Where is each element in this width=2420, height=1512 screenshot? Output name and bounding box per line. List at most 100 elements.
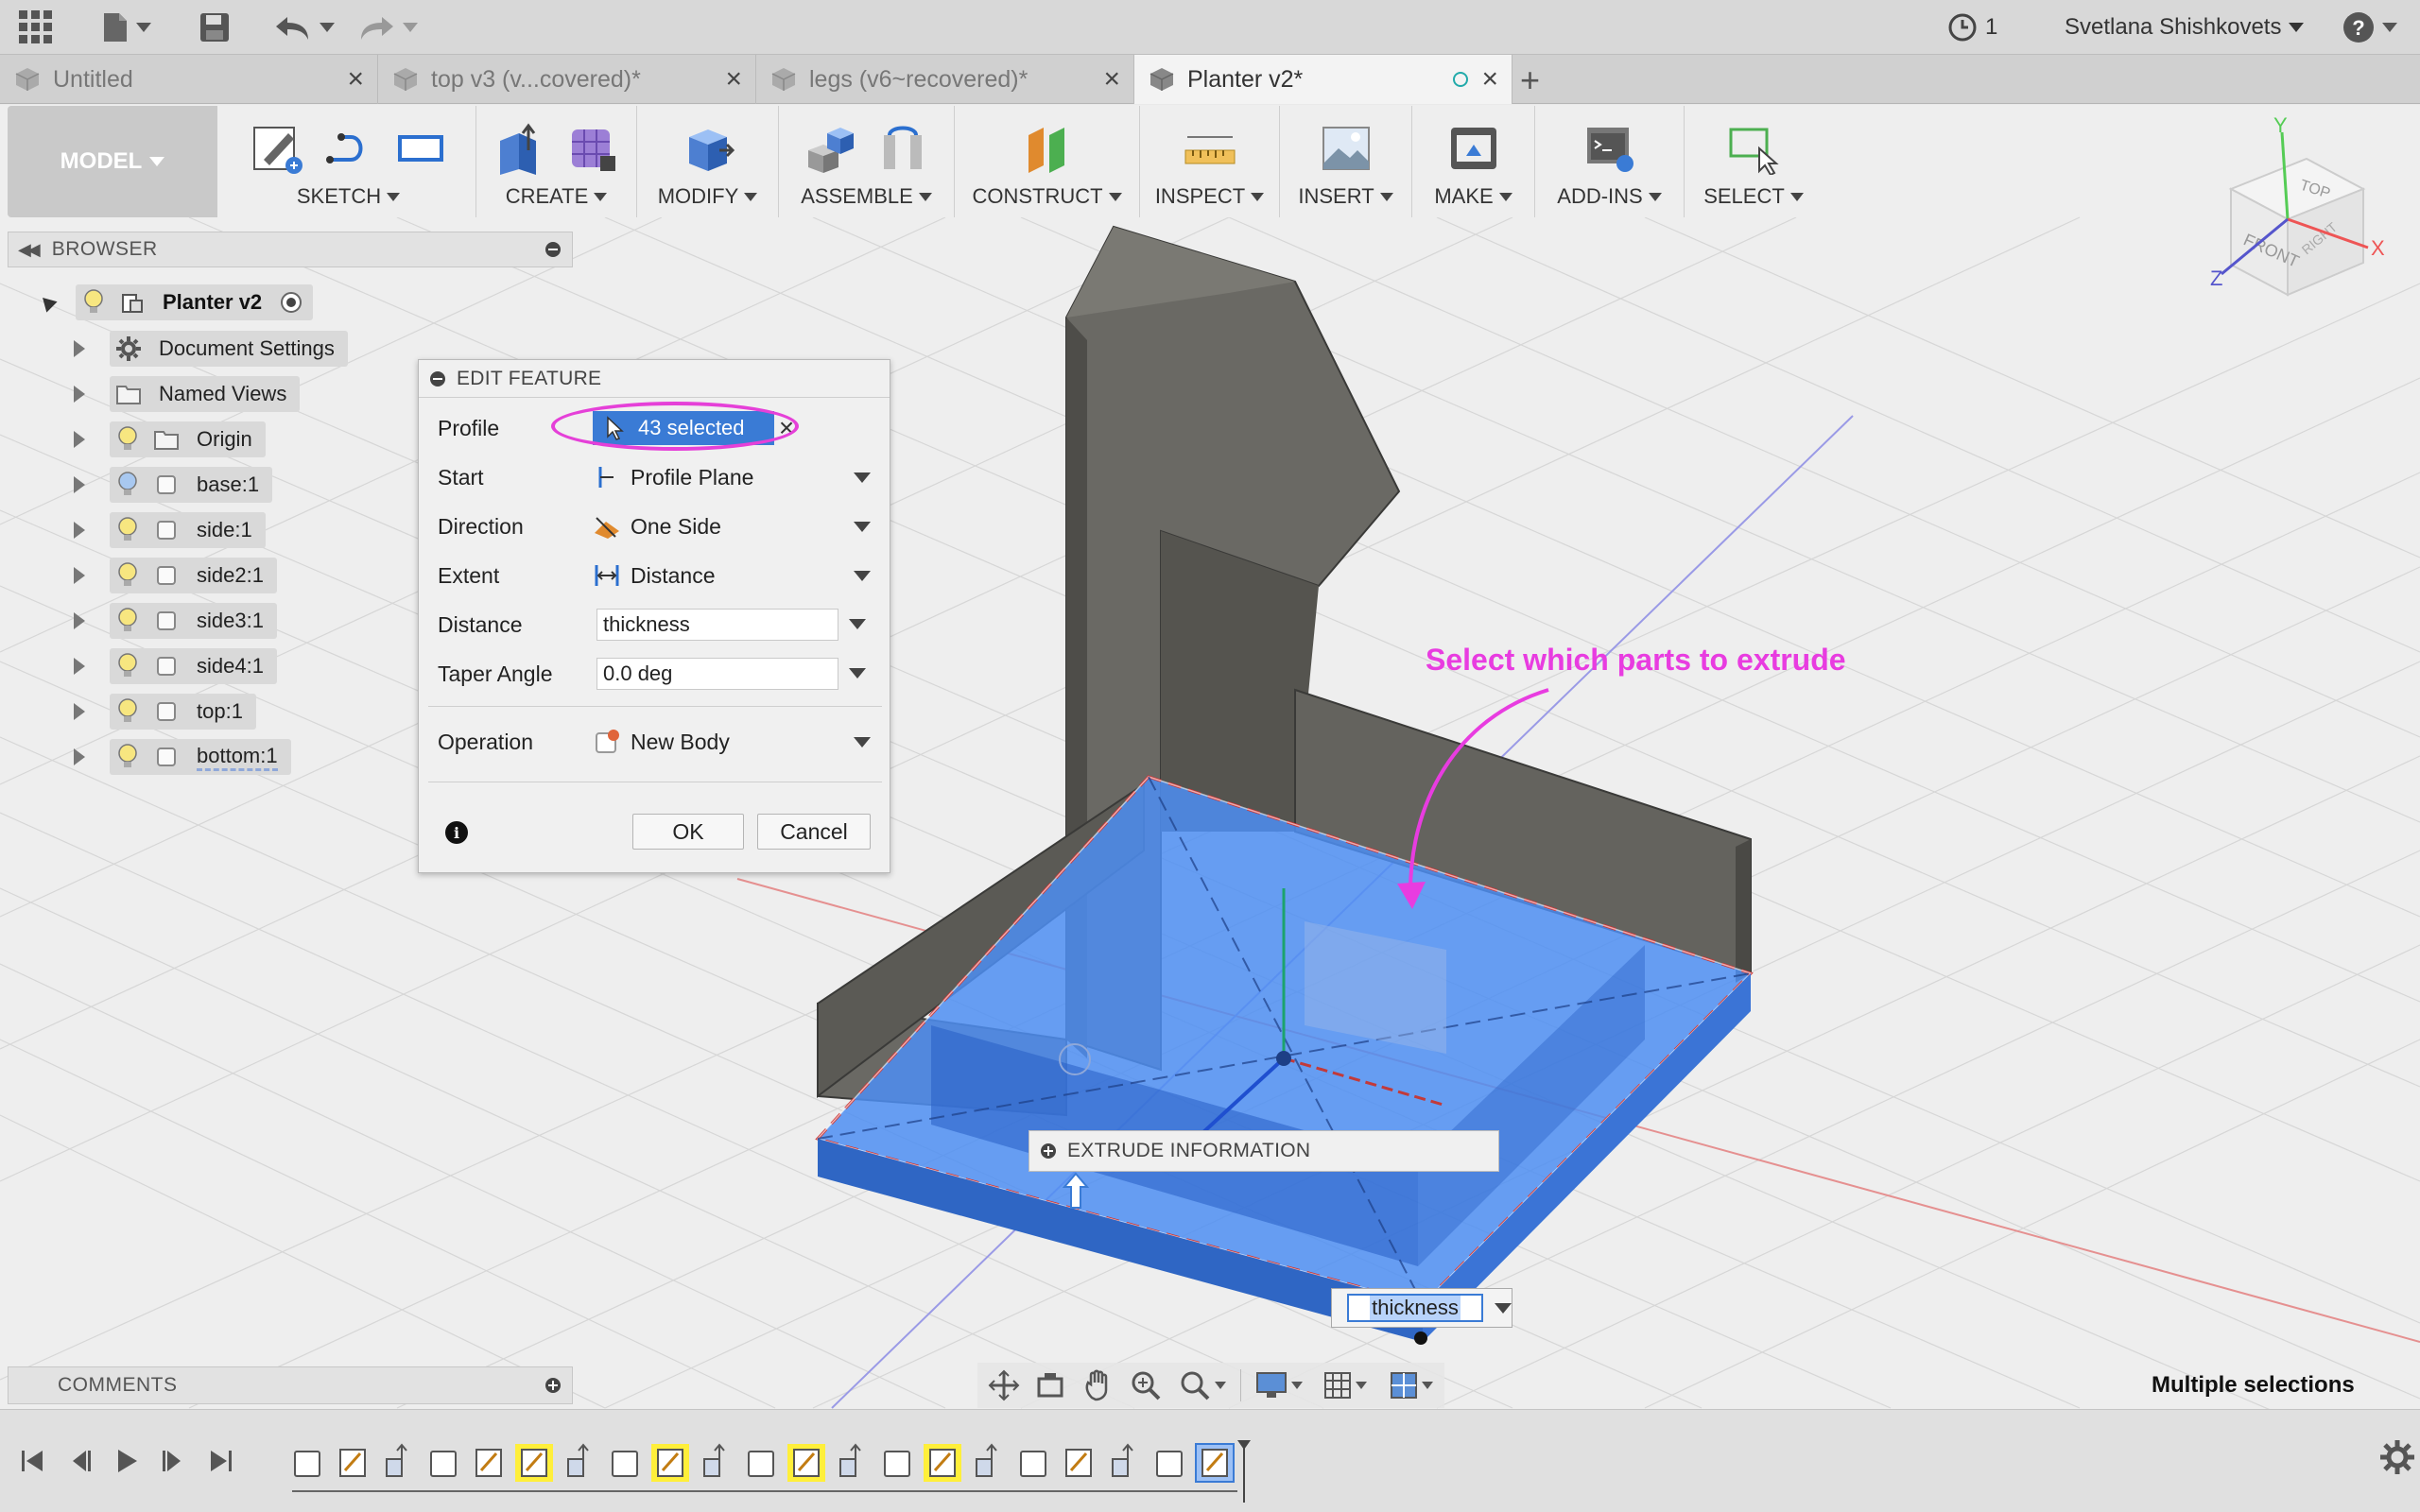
undo-button[interactable] [274,11,335,43]
visibility-bulb-icon[interactable] [81,288,106,317]
create-sketch-icon[interactable] [248,119,306,178]
visibility-bulb-icon[interactable] [115,425,140,454]
browser-item[interactable]: side:1 [74,511,266,549]
workspace-switcher[interactable]: MODEL [8,106,217,217]
dialog-header[interactable]: EDIT FEATURE [419,360,890,398]
browser-item[interactable]: Origin [74,421,266,458]
browser-item[interactable]: side3:1 [74,602,277,640]
timeline-extrude-icon[interactable] [1112,1443,1133,1477]
timeline-extrude-icon[interactable] [976,1443,997,1477]
timeline-body-icon[interactable] [884,1451,910,1477]
extent-select[interactable]: Distance [593,558,876,593]
timeline-sketch-icon[interactable] [1065,1449,1092,1477]
assemble-menu[interactable]: ASSEMBLE [801,181,932,212]
model-viewport[interactable]: TOP FRONT RIGHT Y X Z [0,105,2420,1409]
step-forward-button[interactable] [155,1442,193,1480]
add-ins-menu[interactable]: ADD-INS [1557,181,1662,212]
cancel-button[interactable]: Cancel [757,814,871,850]
jobs-status-button[interactable]: 1 [1947,11,1997,43]
display-settings-icon[interactable] [1251,1366,1307,1404]
rectangle-icon[interactable] [391,119,450,178]
direction-select[interactable]: One Side [593,509,876,543]
timeline-sketch-icon[interactable] [787,1444,825,1482]
apps-grid-icon[interactable] [19,10,53,43]
expand-arrow-icon[interactable] [74,703,85,720]
user-menu[interactable]: Svetlana Shishkovets [2065,11,2305,43]
viewports-icon[interactable] [1383,1366,1440,1404]
visibility-bulb-icon[interactable] [115,471,140,499]
comments-panel-header[interactable]: COMMENTS [8,1366,573,1404]
timeline-body-icon[interactable] [430,1451,457,1477]
inspect-menu[interactable]: INSPECT [1155,181,1265,212]
start-select[interactable]: Profile Plane [593,460,876,494]
measure-icon[interactable] [1181,119,1239,178]
pan-hand-icon[interactable] [1080,1366,1117,1404]
timeline-sketch-icon[interactable] [924,1444,961,1482]
form-icon[interactable] [563,119,622,178]
visibility-bulb-icon[interactable] [115,697,140,726]
select-menu[interactable]: SELECT [1703,181,1804,212]
timeline-extrude-icon[interactable] [703,1443,725,1477]
collapse-panel-icon[interactable]: ◀◀ [18,240,41,260]
help-button[interactable]: ? [2342,11,2397,43]
timeline-body-icon[interactable] [1020,1451,1046,1477]
browser-item[interactable]: top:1 [74,693,256,730]
add-comment-icon[interactable] [545,1378,561,1393]
visibility-bulb-icon[interactable] [115,561,140,590]
thickness-value-field[interactable]: thickness [1347,1294,1483,1322]
timeline-sketch-icon[interactable] [339,1449,366,1477]
file-menu-button[interactable] [102,11,151,43]
timeline-sketch-icon[interactable] [475,1449,502,1477]
close-icon[interactable]: × [1103,63,1120,95]
chevron-down-icon[interactable] [1495,1302,1512,1314]
modify-menu[interactable]: MODIFY [658,181,758,212]
browser-item[interactable]: Document Settings [74,330,348,368]
press-pull-icon[interactable] [679,119,737,178]
look-at-icon[interactable] [1032,1366,1070,1404]
info-icon[interactable]: i [445,821,468,844]
visibility-bulb-icon[interactable] [115,652,140,680]
timeline-sketch-icon[interactable] [1195,1443,1235,1483]
minimize-icon[interactable] [430,370,445,387]
visibility-bulb-icon[interactable] [115,607,140,635]
browser-item[interactable]: base:1 [74,466,273,504]
timeline-extrude-icon[interactable] [386,1443,407,1477]
extrude-icon[interactable] [492,119,550,178]
select-icon[interactable] [1724,119,1783,178]
browser-item[interactable]: side2:1 [74,557,277,594]
redo-button[interactable] [357,11,418,43]
timeline-extrude-icon[interactable] [567,1443,589,1477]
browser-root[interactable]: Planter v2 [37,284,314,321]
timeline-track[interactable] [288,1438,1281,1504]
browser-panel-header[interactable]: ◀◀ BROWSER [8,232,573,267]
operation-select[interactable]: New Body [593,725,876,759]
expand-arrow-icon[interactable] [74,340,85,357]
play-button[interactable] [108,1442,146,1480]
tab-legs[interactable]: legs (v6~recovered)* × [756,55,1134,104]
minimize-icon[interactable] [545,242,561,257]
taper-angle-input[interactable]: 0.0 deg [596,658,838,690]
timeline-sketch-icon[interactable] [515,1444,553,1482]
step-back-button[interactable] [60,1442,98,1480]
sketch-menu[interactable]: SKETCH [297,181,401,212]
zoom-icon[interactable] [1127,1366,1165,1404]
timeline-marker[interactable] [1237,1440,1251,1503]
timeline-settings-gear-icon[interactable] [2378,1438,2416,1476]
expand-arrow-icon[interactable] [74,748,85,765]
make-menu[interactable]: MAKE [1434,181,1512,212]
go-to-start-button[interactable] [13,1442,51,1480]
distance-input[interactable]: thickness [596,609,838,641]
expand-arrow-icon[interactable] [74,522,85,539]
expand-arrow-icon[interactable] [74,658,85,675]
browser-item[interactable]: bottom:1 [74,738,291,776]
active-radio-icon[interactable] [279,290,303,315]
construct-menu[interactable]: CONSTRUCT [972,181,1122,212]
thickness-heads-up-input[interactable]: thickness [1331,1288,1512,1328]
browser-item[interactable]: Named Views [74,375,301,413]
orbit-icon[interactable] [985,1366,1023,1404]
tab-planter-v2[interactable]: Planter v2* × [1134,55,1512,104]
line-icon[interactable] [320,119,378,178]
grid-settings-icon[interactable] [1317,1366,1374,1404]
extrude-information-panel[interactable]: EXTRUDE INFORMATION [1028,1130,1499,1172]
create-menu[interactable]: CREATE [506,181,608,212]
